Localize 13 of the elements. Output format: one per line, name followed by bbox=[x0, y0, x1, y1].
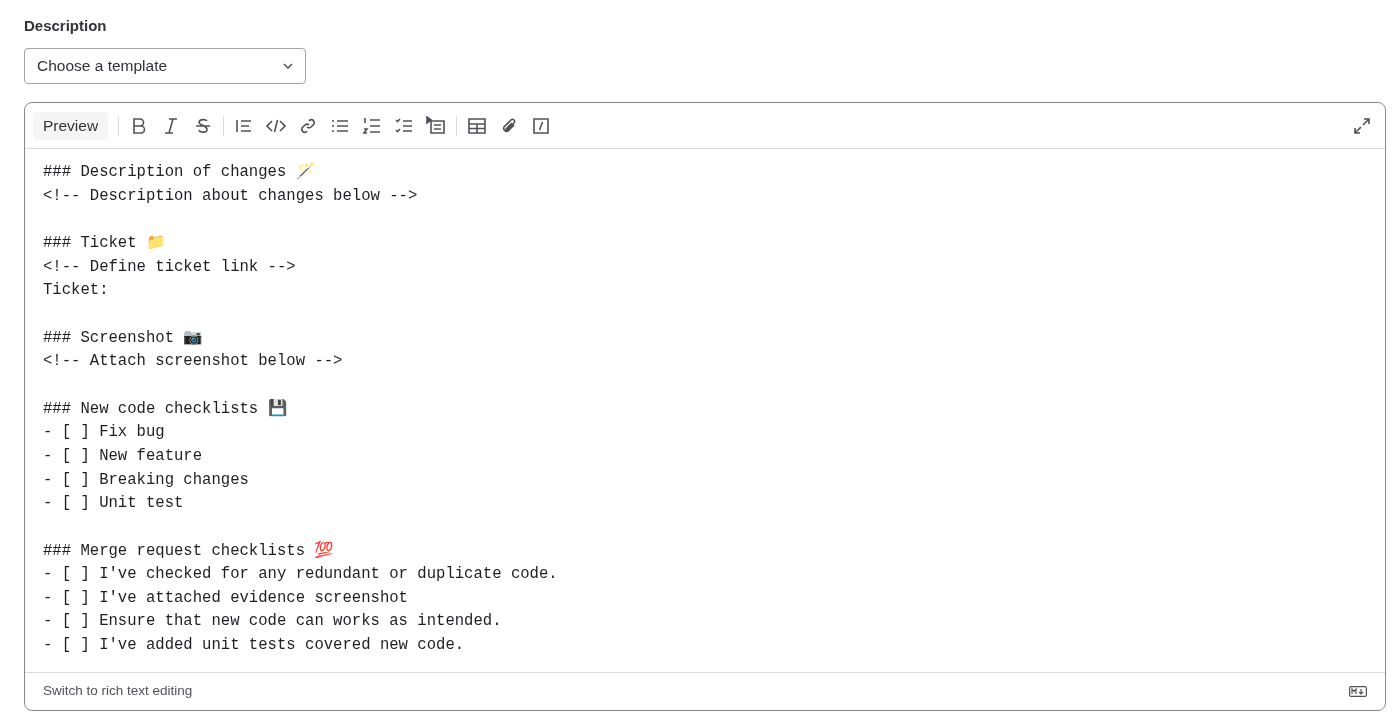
chevron-down-icon bbox=[283, 63, 293, 69]
checklist-icon[interactable] bbox=[394, 115, 415, 136]
numbered-list-icon[interactable] bbox=[362, 115, 383, 136]
table-icon[interactable] bbox=[467, 115, 488, 136]
preview-button[interactable]: Preview bbox=[33, 111, 109, 140]
markdown-editor-field[interactable]: ### Description of changes 🪄 <!-- Description about changes below --> ### Ticket 📁 <!-- Define ticket link --> Ticket: ### Screenshot 📷 <!-- Attach screenshot below --> ### New code checklists 💾 - [ ] Fix bug - [ ] New feature - [ ] Breaking changes - [ ] Unit test ### Merge request checklists 💯 - [ ] I've checked for any redundant or duplicate code. - [ ] I've attached evidence screenshot - [ ] Ensure that new code can works as intended. - [ ] I've added unit tests covered new code. bbox=[25, 149, 1385, 672]
markdown-icon bbox=[1349, 686, 1367, 697]
template-dropdown[interactable]: Choose a template bbox=[24, 48, 306, 84]
expand-icon[interactable] bbox=[1353, 116, 1371, 135]
collapsible-section-icon[interactable] bbox=[426, 115, 447, 136]
field-label: Description bbox=[24, 16, 107, 36]
slash-command-icon[interactable] bbox=[531, 115, 552, 136]
rich-text-switch-link[interactable]: Switch to rich text editing bbox=[43, 681, 193, 702]
